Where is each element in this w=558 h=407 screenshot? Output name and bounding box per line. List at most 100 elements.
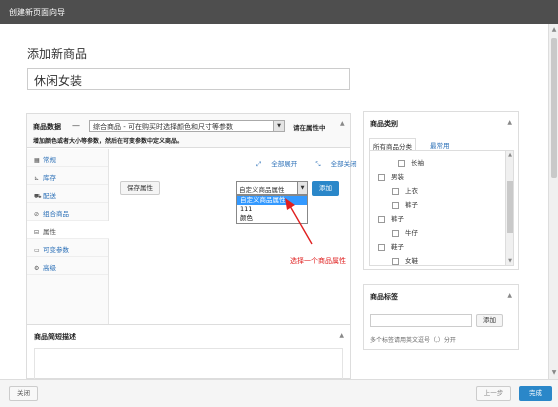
collapse-all-link[interactable]: ⤡ 全部关闭 xyxy=(315,160,364,168)
category-label: 鞋子 xyxy=(391,243,404,251)
category-label: 上衣 xyxy=(405,187,418,195)
tab-label: 常规 xyxy=(43,156,56,164)
category-item[interactable]: 鞋子 xyxy=(378,241,404,251)
tab-shipping[interactable]: ⛟配送 xyxy=(27,185,108,203)
link-icon: ⊘ xyxy=(34,211,40,218)
product-data-hint: 增加颜色或者大小等参数，然后在可变参数中定义商品。 xyxy=(33,138,184,145)
chevron-down-icon: ▼ xyxy=(273,121,284,131)
checkbox[interactable] xyxy=(378,173,385,181)
expand-collapse-row: ⤢ 全部展开 ⤡ 全部关闭 xyxy=(256,158,373,169)
save-attributes-button[interactable]: 保存属性 xyxy=(120,181,160,195)
category-list: 长袖 男装 上衣 裤子 裤子 牛仔 鞋子 女鞋 ▲ ▼ xyxy=(369,150,514,266)
product-type-value: 综合商品 - 可在购买时选择颜色和尺寸等参数 xyxy=(93,123,233,131)
product-type-select[interactable]: 综合商品 - 可在购买时选择颜色和尺寸等参数 ▼ xyxy=(89,120,285,132)
tab-label: 库存 xyxy=(43,174,56,182)
scroll-up-icon[interactable]: ▲ xyxy=(506,152,513,158)
tab-most-used[interactable]: 最常用 xyxy=(427,138,453,150)
collapse-icon[interactable]: ▲ xyxy=(507,292,512,299)
collapse-icon[interactable]: ▲ xyxy=(340,120,345,127)
expand-icon: ⤢ xyxy=(256,160,262,168)
tab-label: 属性 xyxy=(43,228,56,236)
checkbox[interactable] xyxy=(378,215,385,223)
checkbox[interactable] xyxy=(392,257,399,265)
attribute-select[interactable]: 自定义商品属性 ▼ xyxy=(236,181,308,195)
tab-all-categories[interactable]: 所有商品分类 xyxy=(369,138,416,151)
category-tabs: 所有商品分类 最常用 xyxy=(369,138,514,151)
checkbox[interactable] xyxy=(378,243,385,251)
product-title-input[interactable]: 休闲女装 xyxy=(27,68,350,90)
gear-icon: ⚙ xyxy=(34,265,40,272)
checkbox[interactable] xyxy=(392,229,399,237)
scroll-up-icon[interactable]: ▲ xyxy=(550,26,558,34)
page-title: 添加新商品 xyxy=(27,47,88,61)
tag-panel: 商品标签 ▲ 添加 多个标签请用英文逗号（,）分开 xyxy=(363,284,519,350)
expand-all-link[interactable]: ⤢ 全部展开 xyxy=(256,160,305,168)
category-item[interactable]: 长袖 xyxy=(398,157,424,167)
collapse-arrows-icon: ⤡ xyxy=(315,160,321,168)
checkbox[interactable] xyxy=(398,159,405,167)
category-item[interactable]: 男装 xyxy=(378,171,404,181)
calendar-icon: ▭ xyxy=(34,247,40,254)
category-label: 裤子 xyxy=(405,201,418,209)
collapse-all-label: 全部关闭 xyxy=(330,160,357,168)
product-data-dash: — xyxy=(72,121,80,130)
category-item[interactable]: 裤子 xyxy=(392,199,418,209)
wizard-footer: 关闭 上一步 完成 xyxy=(0,379,558,407)
tag-title: 商品标签 xyxy=(370,293,398,301)
product-data-tabs: ▦ 常规 ⊾ 库存 ⛟配送 ⊘ 组合商品 ⊟ 属性 ▭ 可变参数 ⚙ 高级 xyxy=(27,149,109,335)
add-attribute-button[interactable]: 添加 xyxy=(312,181,339,196)
add-tag-button[interactable]: 添加 xyxy=(476,314,503,327)
category-label: 男装 xyxy=(391,173,404,181)
short-description-editor[interactable] xyxy=(34,348,343,379)
category-label: 牛仔 xyxy=(405,229,418,237)
tab-label: 可变参数 xyxy=(43,246,69,254)
truck-icon: ⛟ xyxy=(34,193,42,200)
product-data-header: 商品数据 — 综合商品 - 可在购买时选择颜色和尺寸等参数 ▼ 请在属性中 ▲ … xyxy=(27,114,350,148)
tab-variations[interactable]: ▭ 可变参数 xyxy=(27,239,108,257)
tag-input[interactable] xyxy=(370,314,472,327)
category-item[interactable]: 女鞋 xyxy=(392,255,418,265)
collapse-icon[interactable]: ▲ xyxy=(339,332,344,339)
checkbox[interactable] xyxy=(392,187,399,195)
category-title: 商品类别 xyxy=(370,120,398,128)
product-data-label: 商品数据 xyxy=(33,123,61,131)
tab-attributes[interactable]: ⊟ 属性 xyxy=(27,221,109,239)
category-label: 女鞋 xyxy=(405,257,418,265)
tab-label: 组合商品 xyxy=(43,210,69,218)
tab-inventory[interactable]: ⊾ 库存 xyxy=(27,167,108,185)
short-description-panel: 商品简短描述 ▲ xyxy=(26,324,351,379)
category-panel: 商品类别 ▲ 所有商品分类 最常用 长袖 男装 上衣 裤子 裤子 牛仔 鞋子 女… xyxy=(363,111,519,270)
attribute-select-value: 自定义商品属性 xyxy=(239,186,285,194)
window-titlebar: 创建新页面向导 xyxy=(0,0,558,24)
scroll-thumb[interactable] xyxy=(507,181,513,233)
close-button[interactable]: 关闭 xyxy=(9,386,38,401)
category-item[interactable]: 裤子 xyxy=(378,213,404,223)
tab-linked-products[interactable]: ⊘ 组合商品 xyxy=(27,203,108,221)
wizard-content: 添加新商品 休闲女装 商品数据 — 综合商品 - 可在购买时选择颜色和尺寸等参数… xyxy=(0,24,548,379)
category-item[interactable]: 上衣 xyxy=(392,185,418,195)
tab-advanced[interactable]: ⚙ 高级 xyxy=(27,257,108,275)
tab-general[interactable]: ▦ 常规 xyxy=(27,149,108,167)
window-title: 创建新页面向导 xyxy=(9,8,65,17)
product-type-help: 请在属性中 xyxy=(293,124,326,132)
checkbox[interactable] xyxy=(392,201,399,209)
chevron-down-icon: ▼ xyxy=(297,182,307,194)
tag-help-text: 多个标签请用英文逗号（,）分开 xyxy=(370,337,456,344)
page-scrollbar[interactable]: ▲ ▼ xyxy=(548,24,558,379)
scroll-thumb[interactable] xyxy=(551,38,557,178)
annotation-arrow xyxy=(285,198,313,245)
previous-button[interactable]: 上一步 xyxy=(476,386,511,401)
tab-label: 配送 xyxy=(43,192,56,200)
scroll-down-icon[interactable]: ▼ xyxy=(506,258,513,264)
scroll-down-icon[interactable]: ▼ xyxy=(550,369,558,377)
finish-button[interactable]: 完成 xyxy=(519,386,552,401)
category-item[interactable]: 牛仔 xyxy=(392,227,418,237)
category-label: 裤子 xyxy=(391,215,404,223)
category-scrollbar[interactable]: ▲ ▼ xyxy=(505,151,513,265)
list-icon: ⊟ xyxy=(34,229,40,236)
tab-label: 高级 xyxy=(43,264,56,272)
collapse-icon[interactable]: ▲ xyxy=(507,119,512,126)
category-label: 长袖 xyxy=(411,159,424,167)
annotation-text: 选择一个商品属性 xyxy=(290,257,346,265)
short-description-title: 商品简短描述 xyxy=(34,333,76,341)
